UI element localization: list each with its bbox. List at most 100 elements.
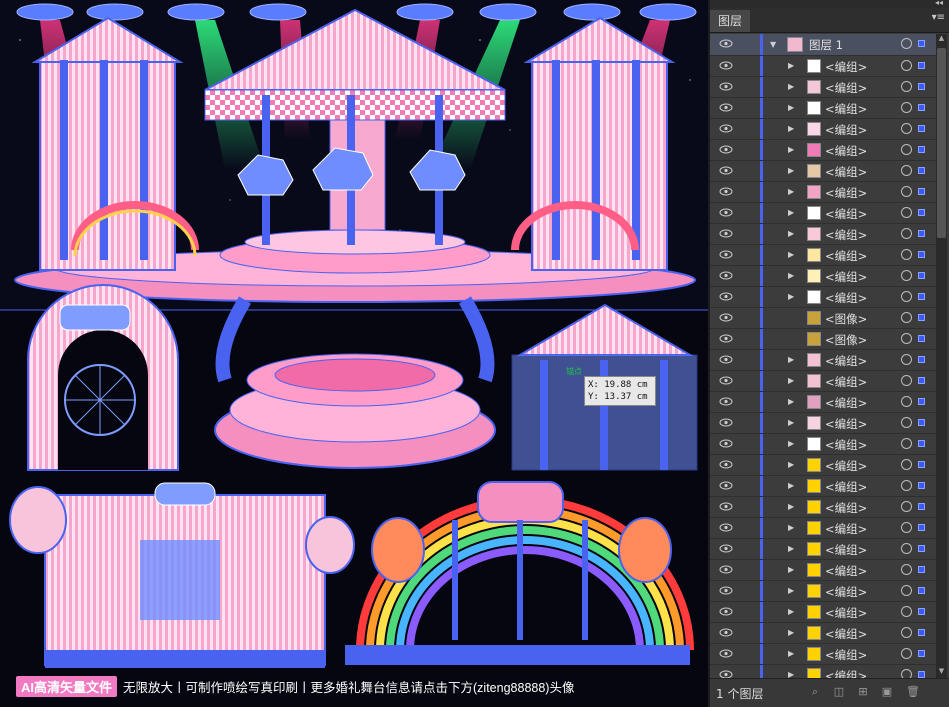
selection-indicator[interactable] [918, 104, 925, 111]
selection-indicator[interactable] [918, 650, 925, 657]
target-circle-icon[interactable] [901, 207, 912, 218]
lock-toggle[interactable] [740, 665, 760, 678]
lock-toggle[interactable] [740, 98, 760, 118]
target-circle-icon[interactable] [901, 585, 912, 596]
new-sublayer-icon[interactable]: ⊞ [856, 685, 870, 699]
layer-name[interactable]: <编组> [825, 458, 867, 474]
target-circle-icon[interactable] [901, 606, 912, 617]
layer-name[interactable]: <编组> [825, 521, 867, 537]
lock-toggle[interactable] [740, 560, 760, 580]
layer-name[interactable]: <编组> [825, 542, 867, 558]
expand-arrow-icon[interactable]: ▶ [788, 397, 794, 406]
layer-row[interactable]: ▶ <编组> [710, 665, 936, 678]
selection-indicator[interactable] [918, 125, 925, 132]
layer-name[interactable]: <编组> [825, 605, 867, 621]
visibility-eye-icon[interactable] [719, 607, 733, 616]
lock-toggle[interactable] [740, 434, 760, 454]
layer-row[interactable]: ▶ <编组> [710, 602, 936, 623]
expand-arrow-icon[interactable]: ▶ [788, 103, 794, 112]
visibility-eye-icon[interactable] [719, 39, 733, 48]
layer-row[interactable]: ▶ <编组> [710, 413, 936, 434]
lock-toggle[interactable] [740, 581, 760, 601]
layer-row[interactable]: ▶ <编组> [710, 371, 936, 392]
layer-name[interactable]: <编组> [825, 248, 867, 264]
target-circle-icon[interactable] [901, 81, 912, 92]
visibility-eye-icon[interactable] [719, 103, 733, 112]
expand-arrow-icon[interactable]: ▶ [788, 250, 794, 259]
expand-arrow-icon[interactable]: ▶ [788, 124, 794, 133]
visibility-eye-icon[interactable] [719, 82, 733, 91]
selection-indicator[interactable] [918, 293, 925, 300]
target-circle-icon[interactable] [901, 165, 912, 176]
expand-arrow-icon[interactable]: ▶ [788, 502, 794, 511]
expand-arrow-icon[interactable]: ▶ [788, 61, 794, 70]
visibility-eye-icon[interactable] [719, 61, 733, 70]
target-circle-icon[interactable] [901, 60, 912, 71]
expand-arrow-icon[interactable]: ▶ [788, 439, 794, 448]
scroll-thumb[interactable] [937, 48, 946, 238]
layer-row[interactable]: ▶ <编组> [710, 476, 936, 497]
expand-arrow-icon[interactable]: ▶ [788, 145, 794, 154]
expand-arrow-icon[interactable]: ▶ [788, 481, 794, 490]
visibility-eye-icon[interactable] [719, 502, 733, 511]
selection-indicator[interactable] [918, 482, 925, 489]
new-layer-icon[interactable]: ▣ [880, 685, 894, 699]
layer-row[interactable]: ▶ <编组> [710, 161, 936, 182]
visibility-eye-icon[interactable] [719, 355, 733, 364]
layer-row[interactable]: ▶ <编组> [710, 266, 936, 287]
expand-arrow-icon[interactable]: ▶ [788, 166, 794, 175]
lock-toggle[interactable] [740, 329, 760, 349]
visibility-eye-icon[interactable] [719, 292, 733, 301]
layer-name[interactable]: <编组> [825, 584, 867, 600]
layer-name[interactable]: <编组> [825, 290, 867, 306]
layer-name[interactable]: <编组> [825, 479, 867, 495]
visibility-eye-icon[interactable] [719, 166, 733, 175]
lock-toggle[interactable] [740, 413, 760, 433]
scroll-down-icon[interactable]: ▼ [936, 667, 947, 678]
layer-name[interactable]: <编组> [825, 353, 867, 369]
expand-arrow-icon[interactable]: ▶ [788, 208, 794, 217]
expand-arrow-icon[interactable]: ▶ [788, 544, 794, 553]
target-circle-icon[interactable] [901, 38, 912, 49]
lock-toggle[interactable] [740, 119, 760, 139]
layer-name[interactable]: <编组> [825, 80, 867, 96]
visibility-eye-icon[interactable] [719, 187, 733, 196]
layer-name[interactable]: <编组> [825, 500, 867, 516]
expand-arrow-icon[interactable]: ▶ [788, 355, 794, 364]
layer-name[interactable]: <编组> [825, 416, 867, 432]
lock-toggle[interactable] [740, 287, 760, 307]
lock-toggle[interactable] [740, 34, 760, 55]
visibility-eye-icon[interactable] [719, 670, 733, 678]
lock-toggle[interactable] [740, 245, 760, 265]
target-circle-icon[interactable] [901, 312, 912, 323]
layer-name[interactable]: <编组> [825, 143, 867, 159]
expand-arrow-icon[interactable]: ▶ [788, 670, 794, 678]
layer-row[interactable]: ▶ <编组> [710, 539, 936, 560]
selection-indicator[interactable] [918, 62, 925, 69]
target-circle-icon[interactable] [901, 417, 912, 428]
selection-indicator[interactable] [918, 566, 925, 573]
target-circle-icon[interactable] [901, 249, 912, 260]
layer-row[interactable]: ▶ <编组> [710, 140, 936, 161]
selection-indicator[interactable] [918, 230, 925, 237]
layer-row[interactable]: ▶ <编组> [710, 119, 936, 140]
expand-arrow-icon[interactable]: ▶ [788, 271, 794, 280]
expand-arrow-icon[interactable]: ▶ [788, 292, 794, 301]
target-circle-icon[interactable] [901, 459, 912, 470]
layer-name[interactable]: <编组> [825, 122, 867, 138]
target-circle-icon[interactable] [901, 501, 912, 512]
layer-name[interactable]: <编组> [825, 227, 867, 243]
lock-toggle[interactable] [740, 182, 760, 202]
layer-row[interactable]: ▶ <编组> [710, 623, 936, 644]
expand-arrow-icon[interactable]: ▶ [788, 628, 794, 637]
layer-row[interactable]: ▶ <编组> [710, 245, 936, 266]
layer-row[interactable]: ▶ <编组> [710, 581, 936, 602]
selection-indicator[interactable] [918, 40, 925, 47]
selection-indicator[interactable] [918, 629, 925, 636]
artboard-canvas[interactable]: 锚点 X: 19.88 cm Y: 13.37 cm AI高清矢量文件 无限放大… [0, 0, 708, 707]
lock-toggle[interactable] [740, 497, 760, 517]
layer-row[interactable]: ▶ <编组> [710, 518, 936, 539]
expand-arrow-icon[interactable]: ▶ [788, 376, 794, 385]
layer-name[interactable]: <编组> [825, 59, 867, 75]
layer-name[interactable]: 图层 1 [809, 37, 843, 53]
